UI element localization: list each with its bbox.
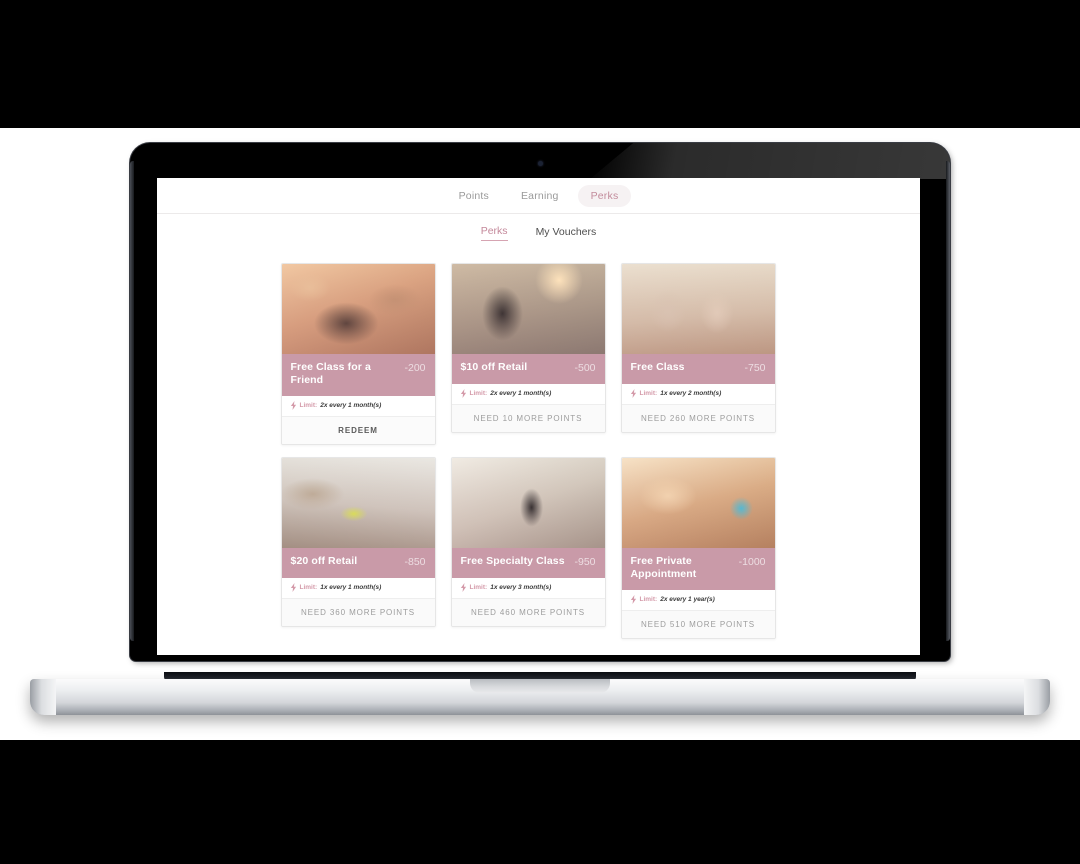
perk-banner: Free Specialty Class -950 xyxy=(451,547,605,578)
perk-banner: $20 off Retail -850 xyxy=(281,547,435,578)
perk-photo xyxy=(281,264,435,354)
perk-limit-label: Limit: xyxy=(299,401,318,409)
laptop-screen: Points Earning Perks Perks My Vouchers F… xyxy=(157,178,920,655)
laptop-base-left-cap xyxy=(30,679,56,715)
lid-edge-right xyxy=(946,161,950,641)
perk-cost: -950 xyxy=(574,555,596,568)
bolt-icon xyxy=(460,582,466,592)
perk-photo xyxy=(621,264,775,354)
perk-limit-value: 1x every 3 month(s) xyxy=(490,583,552,591)
perk-photo xyxy=(621,457,775,548)
laptop-base-right-cap xyxy=(1024,679,1050,715)
perk-cost: -850 xyxy=(404,555,426,568)
webcam-icon xyxy=(537,161,543,166)
perk-photo-tint xyxy=(451,264,605,354)
sub-tab-bar: Perks My Vouchers xyxy=(157,214,920,252)
screenshot-stage: Points Earning Perks Perks My Vouchers F… xyxy=(0,0,1080,864)
perk-cost: -750 xyxy=(744,362,766,374)
perk-banner: Free Class for a Friend -200 xyxy=(281,354,435,396)
bolt-icon xyxy=(630,594,636,604)
perk-limit-value: 2x every 1 month(s) xyxy=(320,401,382,409)
top-navigation-bar: Points Earning Perks xyxy=(157,178,920,214)
perk-limit-label: Limit: xyxy=(469,390,488,397)
perk-limit-label: Limit: xyxy=(299,583,318,591)
perk-title: Free Class for a Friend xyxy=(290,361,371,387)
perk-limit-row: Limit: 1x every 3 month(s) xyxy=(451,577,605,599)
perk-title: $20 off Retail xyxy=(290,554,358,567)
perk-limit-row: Limit: 2x every 1 month(s) xyxy=(451,384,605,405)
lid-edge-left xyxy=(130,161,134,641)
perk-cost: -500 xyxy=(574,362,596,374)
bolt-icon xyxy=(460,389,466,398)
perk-photo-tint xyxy=(451,457,605,548)
points-needed-label: NEED 360 MORE POINTS xyxy=(281,598,435,626)
perk-limit-value: 1x every 1 month(s) xyxy=(320,583,382,591)
bolt-icon xyxy=(290,582,296,592)
topnav-item-points[interactable]: Points xyxy=(446,185,502,207)
perk-title: $10 off Retail xyxy=(460,361,528,373)
perk-limit-label: Limit: xyxy=(639,390,658,397)
perk-limit-row: Limit: 2x every 1 month(s) xyxy=(281,395,435,417)
perk-photo xyxy=(451,457,605,548)
lid-sheen xyxy=(590,143,950,179)
perk-card[interactable]: Free Specialty Class -950 Limit: 1x every 3… xyxy=(450,456,606,627)
perk-limit-value: 2x every 1 year(s) xyxy=(660,595,715,603)
topnav-item-earning[interactable]: Earning xyxy=(508,185,572,207)
points-needed-label: NEED 510 MORE POINTS xyxy=(621,610,775,638)
bolt-icon xyxy=(630,389,636,398)
tab-perks[interactable]: Perks xyxy=(480,225,508,241)
perk-limit-value: 1x every 2 month(s) xyxy=(660,390,722,397)
perk-cost: -200 xyxy=(404,362,426,374)
topnav-item-perks[interactable]: Perks xyxy=(577,184,632,207)
perk-limit-label: Limit: xyxy=(469,583,488,591)
perk-photo-tint xyxy=(281,457,435,548)
perk-limit-label: Limit: xyxy=(639,595,658,603)
points-needed-label: NEED 10 MORE POINTS xyxy=(451,405,605,432)
perk-title: Free Specialty Class xyxy=(460,554,565,567)
perk-photo xyxy=(451,264,605,354)
tab-my-vouchers[interactable]: My Vouchers xyxy=(536,226,597,241)
perk-cost: -1000 xyxy=(738,555,766,568)
perk-card[interactable]: $10 off Retail -500 Limit: 2x every 1 month… xyxy=(450,263,606,433)
perk-banner: Free Class -750 xyxy=(621,354,775,384)
perk-photo-tint xyxy=(621,264,775,354)
perk-banner: Free Private Appointment -1000 xyxy=(621,547,775,590)
perk-limit-row: Limit: 1x every 2 month(s) xyxy=(621,384,775,405)
redeem-button[interactable]: REDEEM xyxy=(281,416,435,444)
perk-photo xyxy=(281,457,435,548)
points-needed-label: NEED 460 MORE POINTS xyxy=(451,598,605,626)
perk-limit-row: Limit: 2x every 1 year(s) xyxy=(621,589,775,611)
perk-title: Free Private Appointment xyxy=(630,554,697,581)
perk-card[interactable]: $20 off Retail -850 Limit: 1x every 1 month… xyxy=(280,456,436,627)
perk-title: Free Class xyxy=(630,361,685,373)
perks-grid: Free Class for a Friend -200 Limit: 2x ever… xyxy=(280,263,797,639)
perk-limit-value: 2x every 1 month(s) xyxy=(490,390,552,397)
laptop-base-notch xyxy=(470,679,610,693)
perk-photo-tint xyxy=(281,264,435,354)
perk-photo-tint xyxy=(621,457,775,548)
perk-limit-row: Limit: 1x every 1 month(s) xyxy=(281,577,435,599)
perk-card[interactable]: Free Class for a Friend -200 Limit: 2x ever… xyxy=(280,263,436,445)
perk-card[interactable]: Free Private Appointment -1000 Limit: 2x ev… xyxy=(620,456,776,639)
perk-card[interactable]: Free Class -750 Limit: 1x every 2 month(s) N… xyxy=(620,263,776,433)
bolt-icon xyxy=(290,400,296,410)
perk-banner: $10 off Retail -500 xyxy=(451,354,605,384)
points-needed-label: NEED 260 MORE POINTS xyxy=(621,405,775,432)
